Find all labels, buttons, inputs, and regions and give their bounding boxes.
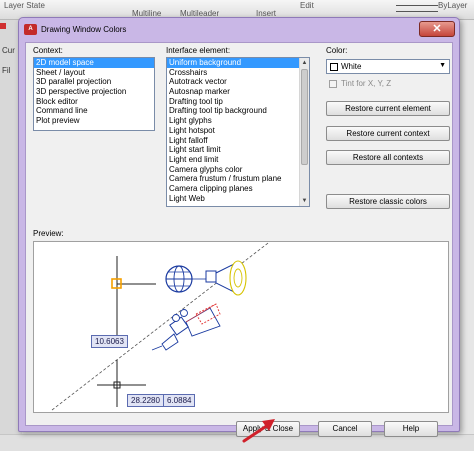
annotation-arrow-icon	[242, 419, 275, 443]
